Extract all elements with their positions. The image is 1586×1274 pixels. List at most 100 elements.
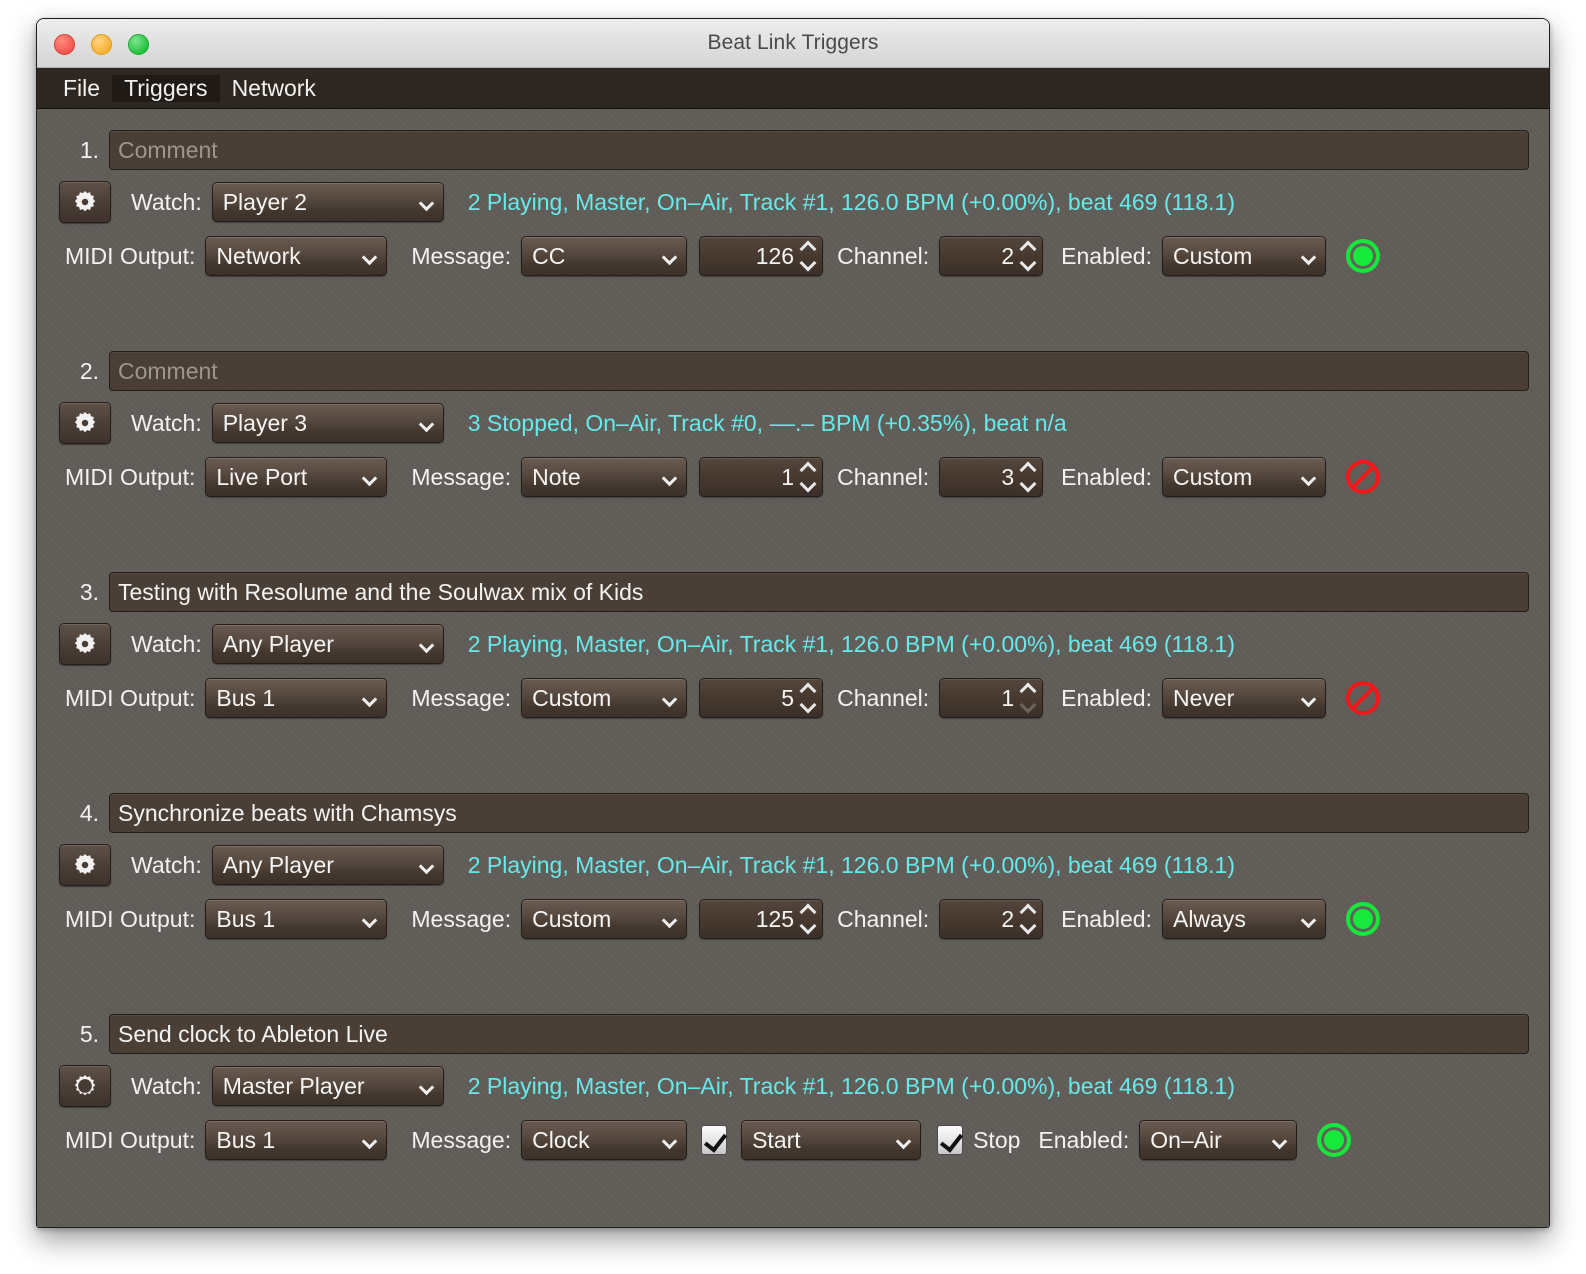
gear-filled-icon-button[interactable] xyxy=(59,844,111,886)
stepper-down-icon[interactable] xyxy=(1019,696,1037,714)
message-label: Message: xyxy=(411,684,512,711)
message-value-spinner-value: 125 xyxy=(755,905,795,932)
channel-spinner[interactable]: 2 xyxy=(939,236,1044,276)
midi-row: MIDI Output: Bus 1 Message: Custom 5 Channel:… xyxy=(37,675,1549,721)
channel-spinner-stepper[interactable] xyxy=(1019,682,1037,714)
watch-row: Watch: Master Player 2 Playing, Master, On… xyxy=(37,1063,1549,1109)
checkmark-icon xyxy=(704,1128,728,1153)
minimize-window-button[interactable] xyxy=(91,34,112,55)
message-value-spinner[interactable]: 126 xyxy=(699,236,824,276)
menu-bar: File Triggers Network xyxy=(37,68,1549,109)
message-value-spinner-stepper[interactable] xyxy=(799,903,817,935)
midi-output-select[interactable]: Bus 1 xyxy=(205,1120,388,1160)
message-select[interactable]: Custom xyxy=(521,678,688,718)
midi-output-select[interactable]: Bus 1 xyxy=(205,678,388,718)
watch-row: Watch: Player 2 2 Playing, Master, On–Air,… xyxy=(37,179,1549,225)
menu-item-triggers[interactable]: Triggers xyxy=(112,74,220,102)
watch-select[interactable]: Player 2 xyxy=(211,182,444,222)
chevron-down-icon xyxy=(364,252,377,260)
start-option-select[interactable]: Start xyxy=(741,1120,922,1160)
chevron-down-icon xyxy=(364,694,377,702)
midi-output-select[interactable]: Bus 1 xyxy=(205,899,388,939)
gear-outline-icon-button[interactable] xyxy=(59,1065,111,1107)
watch-select[interactable]: Player 3 xyxy=(211,403,444,443)
channel-spinner-stepper[interactable] xyxy=(1019,903,1037,935)
stepper-down-icon[interactable] xyxy=(1019,254,1037,272)
message-value-spinner[interactable]: 5 xyxy=(699,678,824,718)
message-value-spinner-stepper[interactable] xyxy=(799,240,817,272)
midi-output-label: MIDI Output: xyxy=(65,905,196,932)
chevron-down-icon xyxy=(664,473,677,481)
watch-select[interactable]: Master Player xyxy=(211,1066,444,1106)
player-status-text: 2 Playing, Master, On–Air, Track #1, 126… xyxy=(467,1072,1236,1099)
trigger-index: 4. xyxy=(79,799,99,826)
chevron-down-icon xyxy=(364,915,377,923)
stepper-down-icon[interactable] xyxy=(799,917,817,935)
message-select-value: Note xyxy=(532,463,581,490)
start-checkbox[interactable] xyxy=(701,1125,728,1155)
message-select[interactable]: Custom xyxy=(521,899,688,939)
trigger-index: 1. xyxy=(79,136,99,163)
watch-select-value: Player 2 xyxy=(222,188,308,215)
enabled-select[interactable]: Always xyxy=(1161,899,1326,939)
watch-select[interactable]: Any Player xyxy=(211,845,444,885)
midi-row: MIDI Output: Network Message: CC 126 Channel:… xyxy=(37,233,1549,279)
channel-spinner-value: 2 xyxy=(1001,905,1015,932)
maximize-window-button[interactable] xyxy=(128,34,149,55)
channel-spinner[interactable]: 3 xyxy=(939,457,1044,497)
chevron-down-icon xyxy=(1274,1136,1287,1144)
message-value-spinner[interactable]: 125 xyxy=(699,899,824,939)
channel-spinner[interactable]: 2 xyxy=(939,899,1044,939)
player-status-text: 3 Stopped, On–Air, Track #0, ––.– BPM (+… xyxy=(467,409,1067,436)
enabled-select[interactable]: On–Air xyxy=(1139,1120,1298,1160)
gear-filled-icon-button[interactable] xyxy=(59,623,111,665)
enabled-select[interactable]: Custom xyxy=(1161,236,1326,276)
menu-item-file[interactable]: File xyxy=(51,75,112,102)
channel-spinner[interactable]: 1 xyxy=(939,678,1044,718)
stepper-down-icon[interactable] xyxy=(1019,475,1037,493)
trigger-row: 4. Synchronize beats with Chamsys Watch: An… xyxy=(37,774,1549,995)
enabled-select[interactable]: Never xyxy=(1161,678,1326,718)
comment-input[interactable]: Synchronize beats with Chamsys xyxy=(109,793,1529,833)
watch-label: Watch: xyxy=(131,630,202,657)
midi-output-select-value: Live Port xyxy=(216,463,308,490)
window-title: Beat Link Triggers xyxy=(707,31,879,54)
channel-spinner-stepper[interactable] xyxy=(1019,461,1037,493)
stop-checkbox[interactable] xyxy=(937,1125,964,1155)
comment-input[interactable]: Testing with Resolume and the Soulwax mi… xyxy=(109,572,1529,612)
close-window-button[interactable] xyxy=(54,34,75,55)
message-value-spinner[interactable]: 1 xyxy=(699,457,824,497)
midi-output-select[interactable]: Live Port xyxy=(205,457,388,497)
message-value-spinner-stepper[interactable] xyxy=(799,461,817,493)
comment-input[interactable]: Comment xyxy=(109,130,1529,170)
message-select[interactable]: Clock xyxy=(521,1120,688,1160)
chevron-down-icon xyxy=(1303,915,1316,923)
message-select[interactable]: CC xyxy=(521,236,688,276)
player-status-text: 2 Playing, Master, On–Air, Track #1, 126… xyxy=(467,188,1236,215)
message-select[interactable]: Note xyxy=(521,457,688,497)
channel-spinner-stepper[interactable] xyxy=(1019,240,1037,272)
midi-output-select[interactable]: Network xyxy=(205,236,388,276)
menu-item-network[interactable]: Network xyxy=(220,75,328,102)
enabled-select[interactable]: Custom xyxy=(1161,457,1326,497)
trigger-list[interactable]: 1. Comment Watch: Player 2 2 Playing, Master… xyxy=(37,109,1549,1227)
trigger-index: 2. xyxy=(79,357,99,384)
comment-row: 4. Synchronize beats with Chamsys xyxy=(37,792,1549,834)
channel-spinner-value: 3 xyxy=(1001,463,1015,490)
stepper-down-icon[interactable] xyxy=(799,254,817,272)
stepper-down-icon[interactable] xyxy=(799,696,817,714)
stepper-down-icon[interactable] xyxy=(1019,917,1037,935)
message-value-spinner-stepper[interactable] xyxy=(799,682,817,714)
chevron-down-icon xyxy=(421,1082,434,1090)
gear-filled-icon-button[interactable] xyxy=(59,181,111,223)
midi-output-select-value: Network xyxy=(216,242,301,269)
gear-filled-icon-button[interactable] xyxy=(59,402,111,444)
comment-row: 5. Send clock to Ableton Live xyxy=(37,1013,1549,1055)
title-bar: Beat Link Triggers xyxy=(37,19,1549,68)
midi-output-select-value: Bus 1 xyxy=(216,684,276,711)
stepper-down-icon[interactable] xyxy=(799,475,817,493)
comment-input[interactable]: Comment xyxy=(109,351,1529,391)
comment-input[interactable]: Send clock to Ableton Live xyxy=(109,1014,1529,1054)
watch-select[interactable]: Any Player xyxy=(211,624,444,664)
checkmark-icon xyxy=(940,1128,964,1153)
